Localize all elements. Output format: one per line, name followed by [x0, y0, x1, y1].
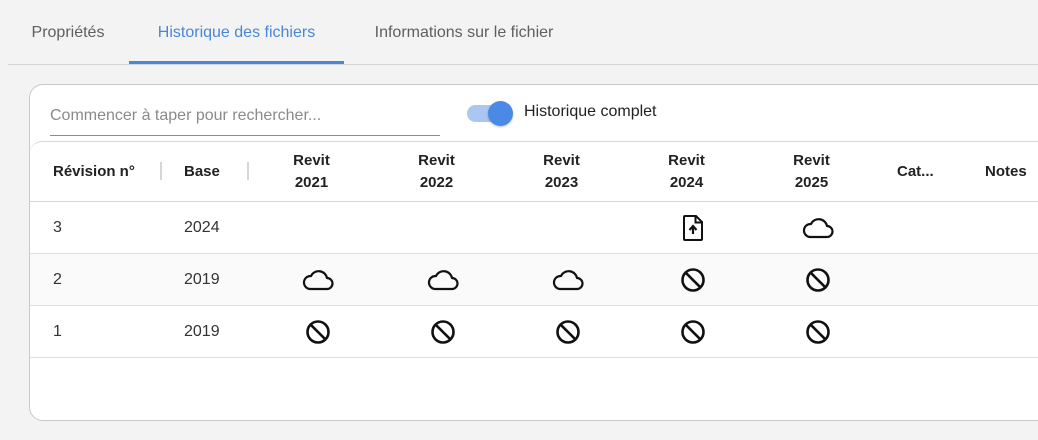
tab-proprietes[interactable]: Propriétés — [8, 0, 128, 63]
tab-informations-sur-le-fichier[interactable]: Informations sur le fichier — [344, 0, 584, 63]
block-icon — [298, 306, 338, 358]
column-header-line: 2022 — [419, 173, 454, 191]
column-resize-handle[interactable] — [160, 162, 162, 180]
column-header-line: 2023 — [544, 173, 579, 191]
base-version: 2024 — [184, 219, 220, 236]
cloud-icon[interactable] — [423, 254, 463, 306]
column-header-revit-2023[interactable]: Revit 2023 — [524, 142, 599, 201]
base-version: 2019 — [184, 323, 220, 340]
column-header-revit-2024[interactable]: Revit 2024 — [649, 142, 724, 201]
table-header: Révision n° Base Revit 2021 Revit 2022 Rev… — [30, 141, 1038, 202]
column-header-revit-2022[interactable]: Revit 2022 — [399, 142, 474, 201]
column-header-line: Revit — [793, 151, 830, 169]
column-header-revision[interactable]: Révision n° — [53, 142, 163, 201]
base-version: 2019 — [184, 271, 220, 288]
table-row[interactable]: 1 2019 — [30, 306, 1038, 358]
table-row[interactable]: 2 2019 — [30, 254, 1038, 306]
column-header-line: 2021 — [294, 173, 329, 191]
tab-historique-des-fichiers[interactable]: Historique des fichiers — [129, 0, 344, 64]
block-icon — [673, 254, 713, 306]
revision-number: 3 — [53, 219, 62, 236]
cloud-icon[interactable] — [548, 254, 588, 306]
column-header-line: 2024 — [669, 173, 704, 191]
full-history-label: Historique complet — [524, 103, 657, 120]
revision-number: 1 — [53, 323, 62, 340]
cloud-icon[interactable] — [798, 202, 838, 254]
block-icon — [423, 306, 463, 358]
toggle-knob — [488, 101, 513, 126]
block-icon — [798, 306, 838, 358]
column-header-line: 2025 — [794, 173, 829, 191]
history-panel: Historique complet Révision n° Base Revi… — [29, 84, 1038, 421]
search-input[interactable] — [50, 97, 440, 136]
column-header-line: Revit — [418, 151, 455, 169]
column-header-category[interactable]: Cat... — [897, 142, 957, 201]
column-header-line: Revit — [668, 151, 705, 169]
column-header-base[interactable]: Base — [184, 142, 254, 201]
column-header-line: Revit — [543, 151, 580, 169]
block-icon — [798, 254, 838, 306]
full-history-toggle[interactable] — [467, 101, 515, 127]
tab-bar: Propriétés Historique des fichiers Infor… — [8, 0, 1038, 65]
column-header-revit-2021[interactable]: Revit 2021 — [274, 142, 349, 201]
column-header-line: Revit — [293, 151, 330, 169]
block-icon — [548, 306, 588, 358]
column-header-notes[interactable]: Notes — [985, 142, 1038, 201]
revision-number: 2 — [53, 271, 62, 288]
block-icon — [673, 306, 713, 358]
column-resize-handle[interactable] — [247, 162, 249, 180]
cloud-icon[interactable] — [298, 254, 338, 306]
column-header-revit-2025[interactable]: Revit 2025 — [774, 142, 849, 201]
table-row[interactable]: 3 2024 — [30, 202, 1038, 254]
file-upload-icon[interactable] — [673, 202, 713, 254]
